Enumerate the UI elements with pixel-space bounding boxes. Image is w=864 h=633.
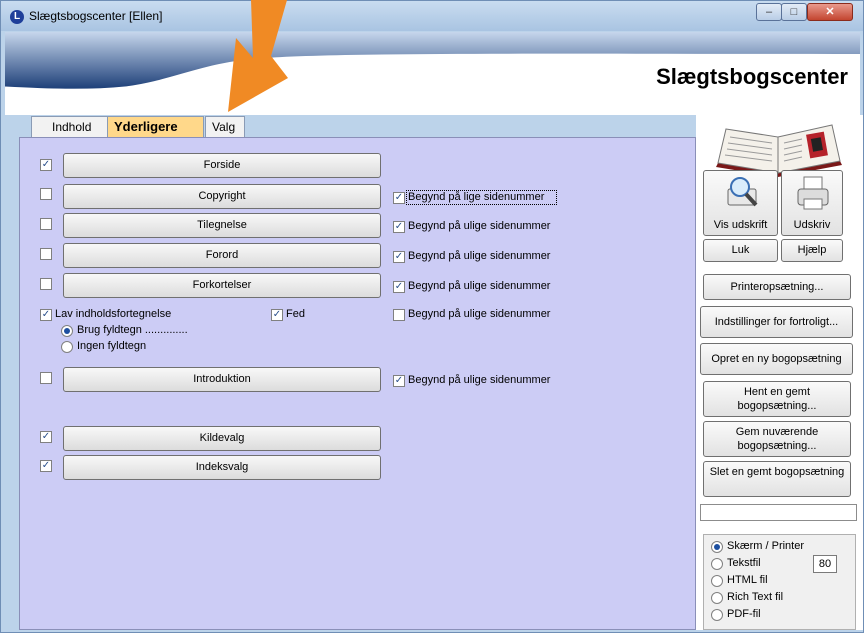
output-rtf-label: Rich Text fil [727, 591, 784, 603]
window-title: Slægtsbogscenter [Ellen] [29, 9, 163, 23]
no-fill-chars-radio[interactable] [61, 341, 73, 353]
tilegnelse-checkbox[interactable] [40, 218, 52, 230]
copyright-checkbox[interactable] [40, 188, 52, 200]
close-window-button[interactable]: ✕ [807, 3, 853, 21]
output-options-group: Skærm / Printer Tekstfil 80 HTML fil Ric… [703, 534, 856, 630]
copyright-even-page-checkbox[interactable]: ✓ [393, 192, 405, 204]
output-text-radio[interactable] [711, 558, 723, 570]
preview-button[interactable]: Vis udskrift [703, 170, 778, 236]
close-button[interactable]: Luk [703, 239, 778, 262]
copyright-button[interactable]: Copyright [63, 184, 381, 209]
maximize-button[interactable]: □ [781, 3, 807, 21]
app-window: L Slægtsbogscenter [Ellen] – □ ✕ Slægtsb… [0, 0, 864, 633]
output-html-label: HTML fil [727, 574, 768, 586]
tab-yderligere[interactable]: Yderligere [107, 116, 204, 137]
toc-odd-page-checkbox[interactable] [393, 309, 405, 321]
toc-bold-checkbox[interactable]: ✓ [271, 309, 283, 321]
introduktion-odd-page-checkbox[interactable]: ✓ [393, 375, 405, 387]
forkortelser-checkbox[interactable] [40, 278, 52, 290]
preview-label: Vis udskrift [713, 219, 768, 231]
output-pdf-radio[interactable] [711, 609, 723, 621]
forkortelser-button[interactable]: Forkortelser [63, 273, 381, 298]
print-label: Udskriv [793, 219, 831, 231]
tab-indhold[interactable]: Indhold [31, 116, 109, 137]
tilegnelse-button[interactable]: Tilegnelse [63, 213, 381, 238]
toc-checkbox[interactable]: ✓ [40, 309, 52, 321]
delete-book-setup-button[interactable]: Slet en gemt bogopsætning [703, 461, 851, 497]
fill-chars-label: Brug fyldtegn .............. [77, 324, 188, 336]
forside-checkbox[interactable]: ✓ [40, 159, 52, 171]
print-button[interactable]: Udskriv [781, 170, 843, 236]
app-icon: L [10, 10, 24, 24]
title-bar[interactable]: L Slægtsbogscenter [Ellen] – □ ✕ [1, 1, 863, 31]
app-heading: Slægtsbogscenter [656, 64, 848, 89]
indeksvalg-button[interactable]: Indeksvalg [63, 455, 381, 480]
indeksvalg-checkbox[interactable]: ✓ [40, 460, 52, 472]
fill-chars-radio[interactable] [61, 325, 73, 337]
load-book-setup-button[interactable]: Hent en gemt bogopsætning... [703, 381, 851, 417]
output-screen-radio[interactable] [711, 541, 723, 553]
output-rtf-radio[interactable] [711, 592, 723, 604]
output-text-label: Tekstfil [727, 557, 761, 569]
copyright-even-page-label: Begynd på lige sidenummer [408, 191, 545, 203]
toc-bold-label: Fed [286, 308, 305, 320]
header-banner: Slægtsbogscenter [5, 32, 860, 115]
confidential-settings-button[interactable]: Indstillinger for fortroligt... [700, 306, 853, 338]
forord-button[interactable]: Forord [63, 243, 381, 268]
output-pdf-label: PDF-fil [727, 608, 761, 620]
status-field [700, 504, 857, 521]
forside-button[interactable]: Forside [63, 153, 381, 178]
kildevalg-button[interactable]: Kildevalg [63, 426, 381, 451]
side-panel: Vis udskrift Udskriv Luk Hjælp Printerop… [696, 115, 863, 630]
introduktion-checkbox[interactable] [40, 372, 52, 384]
tab-valg[interactable]: Valg [205, 116, 245, 137]
forkortelser-odd-page-label: Begynd på ulige sidenummer [408, 280, 551, 292]
no-fill-chars-label: Ingen fyldtegn [77, 340, 147, 352]
new-book-setup-button[interactable]: Opret en ny bogopsætning [700, 343, 853, 375]
introduktion-button[interactable]: Introduktion [63, 367, 381, 392]
forord-odd-page-checkbox[interactable]: ✓ [393, 251, 405, 263]
kildevalg-checkbox[interactable]: ✓ [40, 431, 52, 443]
printer-setup-button[interactable]: Printeropsætning... [703, 274, 851, 300]
toc-label: Lav indholdsfortegnelse [55, 308, 172, 320]
forkortelser-odd-page-checkbox[interactable]: ✓ [393, 281, 405, 293]
text-width-input[interactable]: 80 [813, 555, 837, 573]
magnifier-icon [727, 177, 758, 207]
printer-icon [797, 176, 829, 210]
book-icon [716, 124, 842, 177]
tilegnelse-odd-page-checkbox[interactable]: ✓ [393, 221, 405, 233]
save-book-setup-button[interactable]: Gem nuværende bogopsætning... [703, 421, 851, 457]
tilegnelse-odd-page-label: Begynd på ulige sidenummer [408, 220, 551, 232]
forord-checkbox[interactable] [40, 248, 52, 260]
minimize-button[interactable]: – [756, 3, 782, 21]
forord-odd-page-label: Begynd på ulige sidenummer [408, 250, 551, 262]
introduktion-odd-page-label: Begynd på ulige sidenummer [408, 374, 551, 386]
output-html-radio[interactable] [711, 575, 723, 587]
toc-odd-page-label: Begynd på ulige sidenummer [408, 308, 551, 320]
help-button[interactable]: Hjælp [781, 239, 843, 262]
content-panel: ✓ Forside Copyright ✓ Begynd på lige sid… [19, 137, 696, 630]
output-screen-label: Skærm / Printer [727, 540, 805, 552]
